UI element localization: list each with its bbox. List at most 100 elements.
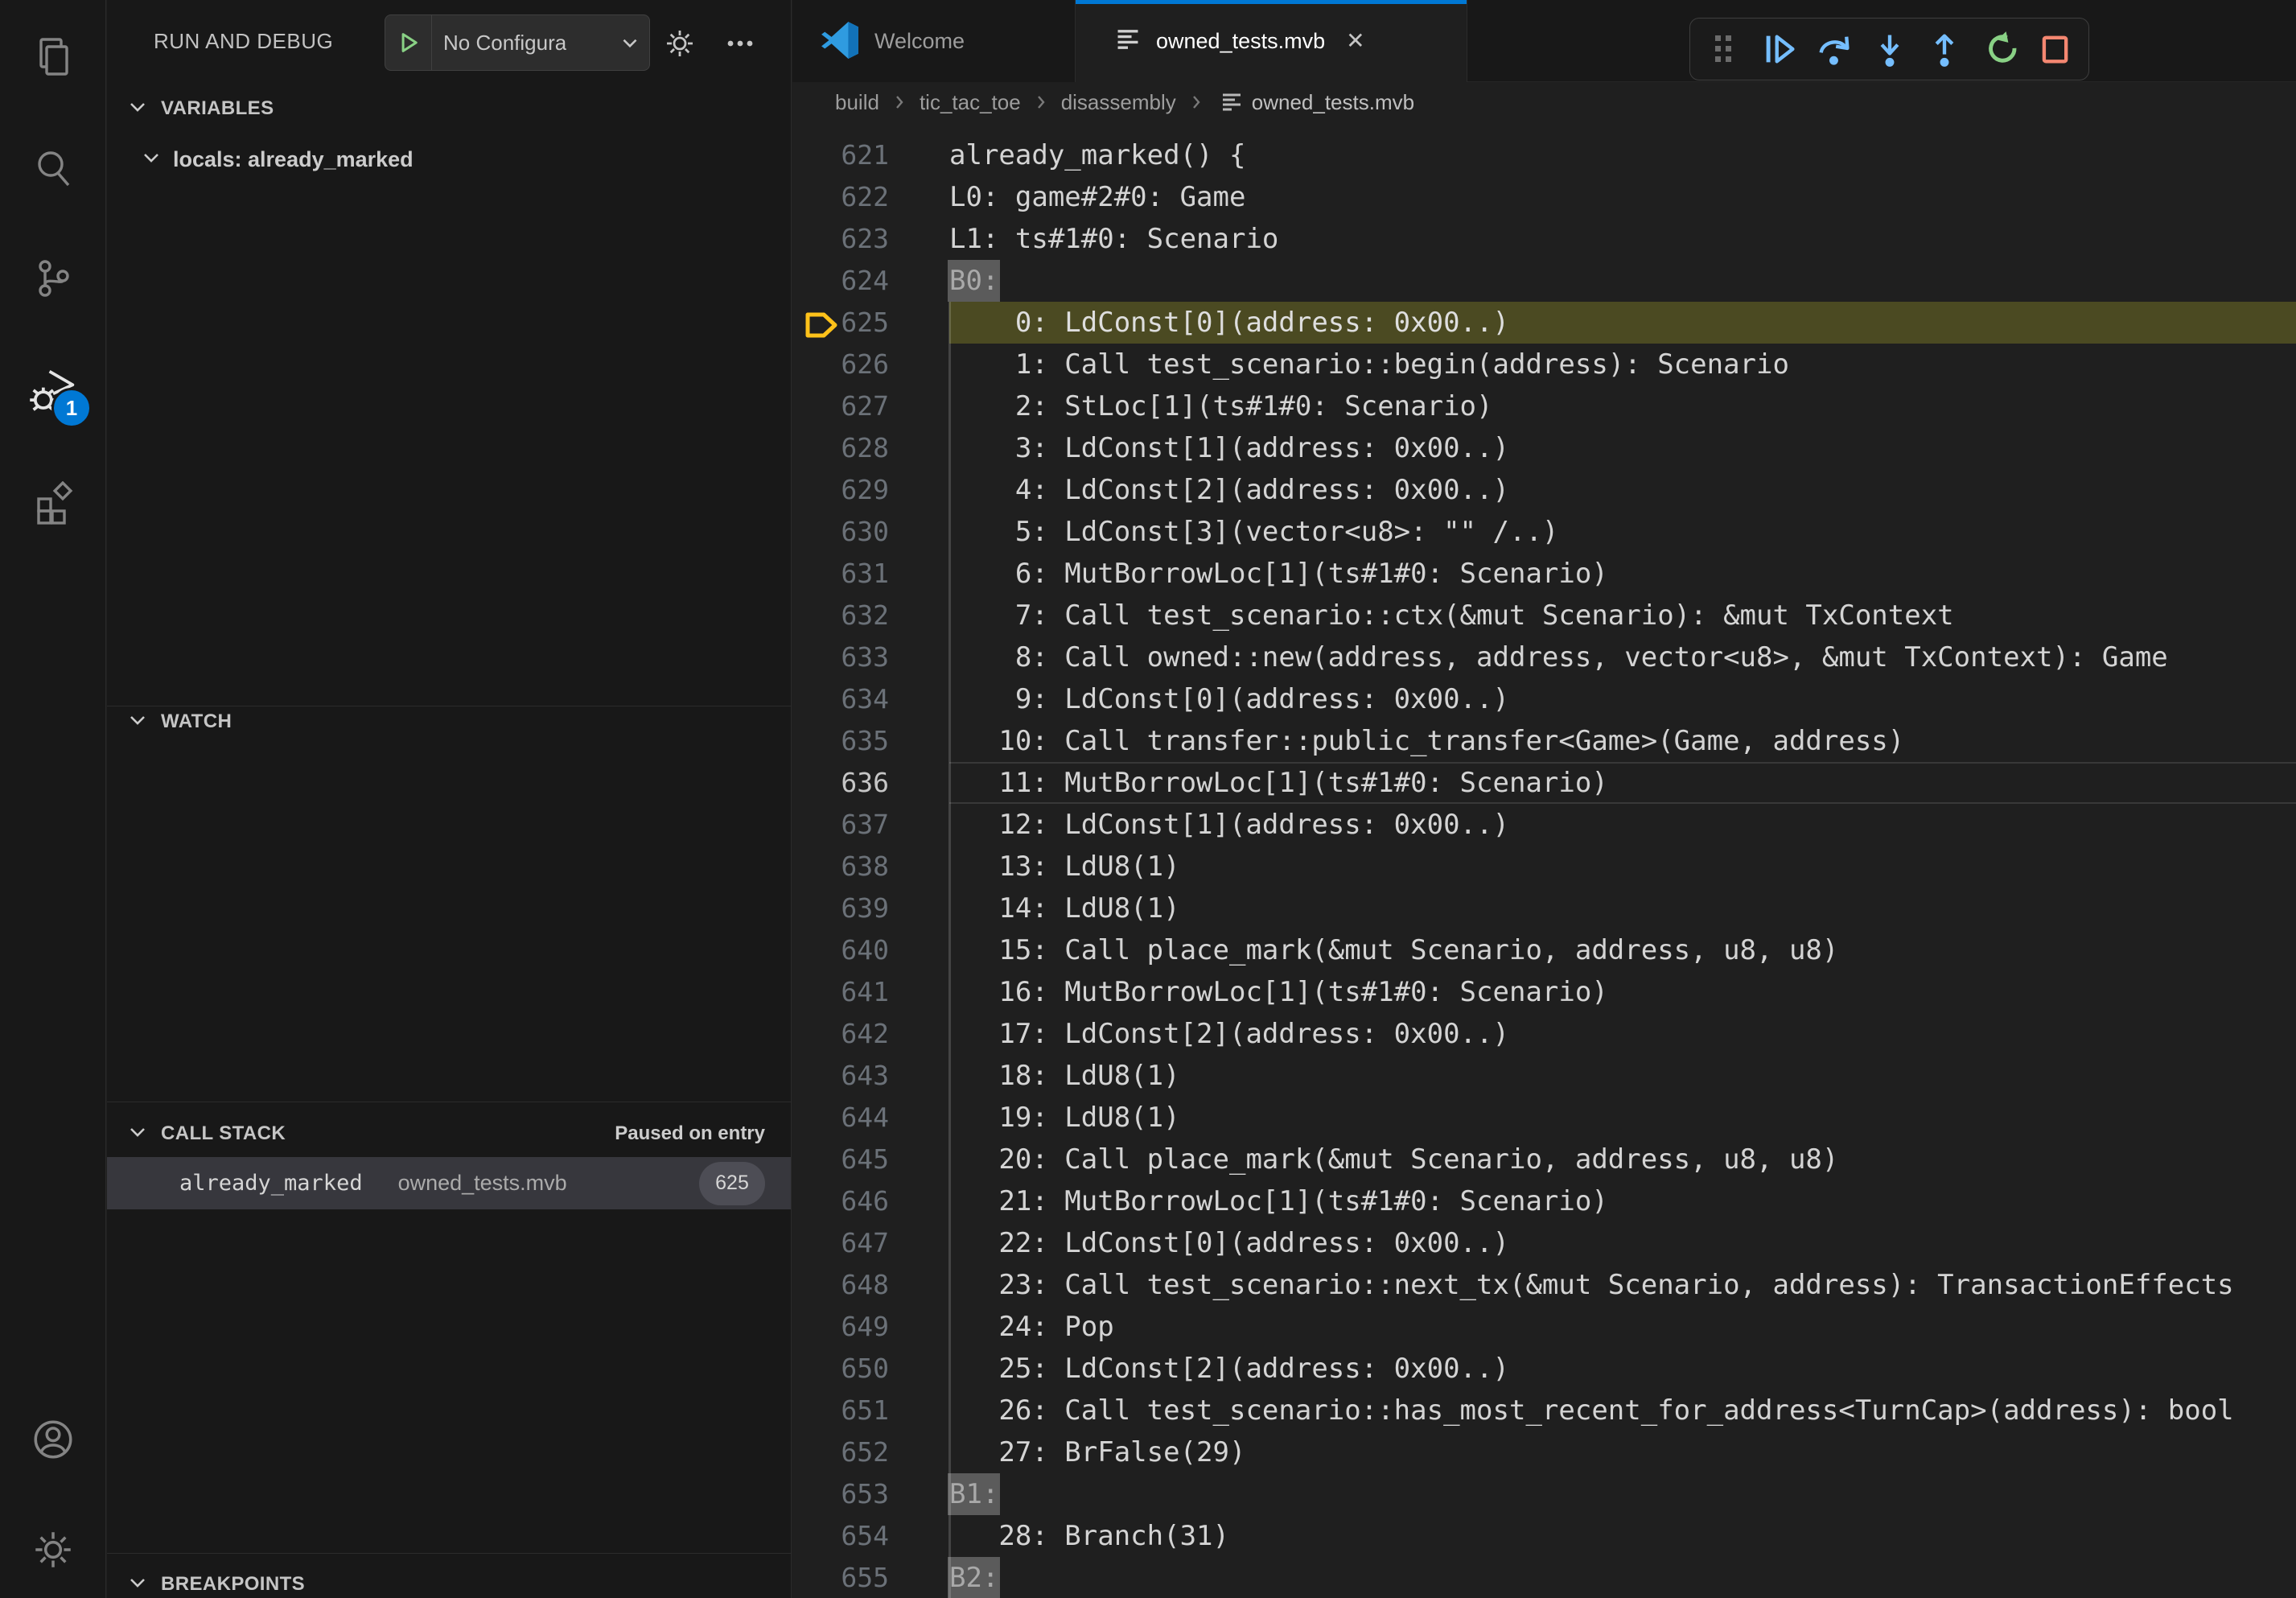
code-line[interactable]: 630 5: LdConst[3](vector<u8>: "" /..) [792,511,2296,553]
line-number-gutter[interactable]: 652 [792,1431,949,1473]
code-line[interactable]: 641 16: MutBorrowLoc[1](ts#1#0: Scenario… [792,971,2296,1013]
code-line-text[interactable]: 28: Branch(31) [949,1515,2296,1557]
line-number-gutter[interactable]: 629 [792,469,949,511]
line-number-gutter[interactable]: 636 [792,762,949,804]
code-editor[interactable]: 621 already_marked() { 622 L0: game#2#0:… [792,122,2296,1598]
start-debugging-icon[interactable] [385,15,432,70]
more-actions-icon[interactable] [721,24,759,63]
line-number-gutter[interactable]: 626 [792,344,949,385]
code-line[interactable]: 642 17: LdConst[2](address: 0x00..) [792,1013,2296,1055]
code-line[interactable]: 623 L1: ts#1#0: Scenario [792,218,2296,260]
step-out-icon[interactable] [1924,28,1965,70]
code-line-text[interactable]: 11: MutBorrowLoc[1](ts#1#0: Scenario) [949,762,2296,804]
code-line[interactable]: 655 B2: [792,1557,2296,1598]
code-line-text[interactable]: 27: BrFalse(29) [949,1431,2296,1473]
code-line[interactable]: 653 B1: [792,1473,2296,1515]
line-number-gutter[interactable]: 651 [792,1390,949,1431]
line-number-gutter[interactable]: 650 [792,1348,949,1390]
search-icon[interactable] [0,130,106,207]
debug-settings-gear-icon[interactable] [660,24,699,63]
code-line[interactable]: 634 9: LdConst[0](address: 0x00..) [792,678,2296,720]
code-line[interactable]: 621 already_marked() { [792,134,2296,176]
line-number-gutter[interactable]: 621 [792,134,949,176]
code-line-text[interactable]: already_marked() { [949,134,2296,176]
explorer-icon[interactable] [0,18,106,95]
breadcrumb-item[interactable]: owned_tests.mvb [1252,90,1414,115]
breakpoints-section-header[interactable]: BREAKPOINTS [107,1564,791,1598]
line-number-gutter[interactable]: 647 [792,1222,949,1264]
breadcrumb-item[interactable]: build [835,90,879,115]
code-line[interactable]: 647 22: LdConst[0](address: 0x00..) [792,1222,2296,1264]
line-number-gutter[interactable]: 628 [792,427,949,469]
settings-gear-icon[interactable] [0,1511,106,1588]
close-tab-icon[interactable]: ✕ [1346,30,1364,52]
line-number-gutter[interactable]: 622 [792,176,949,218]
code-line[interactable]: 650 25: LdConst[2](address: 0x00..) [792,1348,2296,1390]
code-line-text[interactable]: 17: LdConst[2](address: 0x00..) [949,1013,2296,1055]
launch-configuration-dropdown[interactable]: No Configura [385,14,650,71]
code-line[interactable]: 627 2: StLoc[1](ts#1#0: Scenario) [792,385,2296,427]
continue-icon[interactable] [1759,28,1800,70]
run-and-debug-icon[interactable]: 1 [0,352,106,430]
code-line-text[interactable]: 15: Call place_mark(&mut Scenario, addre… [949,929,2296,971]
code-line[interactable]: 637 12: LdConst[1](address: 0x00..) [792,804,2296,846]
line-number-gutter[interactable]: 645 [792,1139,949,1180]
call-stack-section-header[interactable]: CALL STACK Paused on entry [107,1114,791,1154]
line-number-gutter[interactable]: 623 [792,218,949,260]
code-line[interactable]: 646 21: MutBorrowLoc[1](ts#1#0: Scenario… [792,1180,2296,1222]
stop-icon[interactable] [2034,28,2076,70]
line-number-gutter[interactable]: 624 [792,260,949,302]
code-line[interactable]: 638 13: LdU8(1) [792,846,2296,888]
code-line[interactable]: 635 10: Call transfer::public_transfer<G… [792,720,2296,762]
code-line[interactable]: 640 15: Call place_mark(&mut Scenario, a… [792,929,2296,971]
line-number-gutter[interactable]: 627 [792,385,949,427]
code-line[interactable]: 639 14: LdU8(1) [792,888,2296,929]
line-number-gutter[interactable]: 648 [792,1264,949,1306]
watch-section-header[interactable]: WATCH [107,702,791,742]
step-over-icon[interactable] [1813,28,1855,70]
line-number-gutter[interactable]: 637 [792,804,949,846]
line-number-gutter[interactable]: 642 [792,1013,949,1055]
code-line[interactable]: 644 19: LdU8(1) [792,1097,2296,1139]
code-line[interactable]: 622 L0: game#2#0: Game [792,176,2296,218]
code-line[interactable]: 636 11: MutBorrowLoc[1](ts#1#0: Scenario… [792,762,2296,804]
code-line-text[interactable]: 2: StLoc[1](ts#1#0: Scenario) [949,385,2296,427]
line-number-gutter[interactable]: 654 [792,1515,949,1557]
extensions-icon[interactable] [0,465,106,542]
breadcrumb-item[interactable]: disassembly [1061,90,1176,115]
code-line-text[interactable]: B1: [949,1473,2296,1515]
line-number-gutter[interactable]: 633 [792,636,949,678]
code-line[interactable]: 645 20: Call place_mark(&mut Scenario, a… [792,1139,2296,1180]
code-line-text[interactable]: B0: [949,260,2296,302]
code-line-text[interactable]: 3: LdConst[1](address: 0x00..) [949,427,2296,469]
line-number-gutter[interactable]: 638 [792,846,949,888]
line-number-gutter[interactable]: 631 [792,553,949,595]
code-line-text[interactable]: 12: LdConst[1](address: 0x00..) [949,804,2296,846]
code-line[interactable]: 626 1: Call test_scenario::begin(address… [792,344,2296,385]
code-line-text[interactable]: 6: MutBorrowLoc[1](ts#1#0: Scenario) [949,553,2296,595]
step-into-icon[interactable] [1869,28,1911,70]
line-number-gutter[interactable]: 632 [792,595,949,636]
toolbar-drag-handle[interactable] [1703,28,1745,70]
code-line-text[interactable]: 7: Call test_scenario::ctx(&mut Scenario… [949,595,2296,636]
restart-icon[interactable] [1979,28,2021,70]
call-stack-frame-row[interactable]: already_marked owned_tests.mvb 625 [107,1157,791,1209]
code-line[interactable]: 628 3: LdConst[1](address: 0x00..) [792,427,2296,469]
line-number-gutter[interactable]: 646 [792,1180,949,1222]
code-line-text[interactable]: 19: LdU8(1) [949,1097,2296,1139]
code-line[interactable]: 643 18: LdU8(1) [792,1055,2296,1097]
code-line[interactable]: 648 23: Call test_scenario::next_tx(&mut… [792,1264,2296,1306]
code-line[interactable]: 629 4: LdConst[2](address: 0x00..) [792,469,2296,511]
tab-owned-tests[interactable]: owned_tests.mvb ✕ [1076,0,1467,82]
line-number-gutter[interactable]: 655 [792,1557,949,1598]
code-line-text[interactable]: 23: Call test_scenario::next_tx(&mut Sce… [949,1264,2296,1306]
line-number-gutter[interactable]: 634 [792,678,949,720]
code-line-text[interactable]: 10: Call transfer::public_transfer<Game>… [949,720,2296,762]
line-number-gutter[interactable]: 635 [792,720,949,762]
line-number-gutter[interactable]: 649 [792,1306,949,1348]
code-line[interactable]: 652 27: BrFalse(29) [792,1431,2296,1473]
code-line-text[interactable]: 1: Call test_scenario::begin(address): S… [949,344,2296,385]
code-line-text[interactable]: 26: Call test_scenario::has_most_recent_… [949,1390,2296,1431]
code-line-text[interactable]: 24: Pop [949,1306,2296,1348]
code-line-text[interactable]: 14: LdU8(1) [949,888,2296,929]
